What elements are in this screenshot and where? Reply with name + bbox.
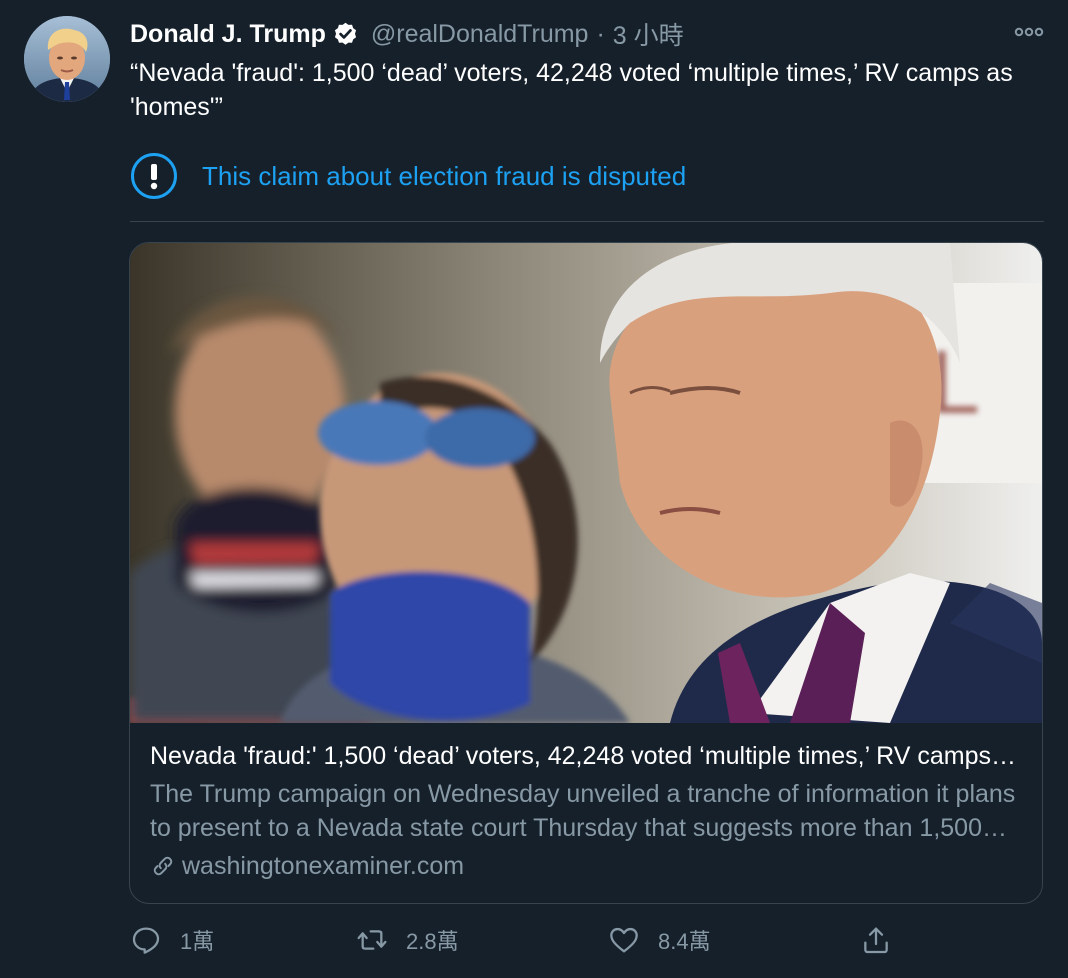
- heart-icon: [610, 927, 638, 953]
- disputed-claim-notice[interactable]: This claim about election fraud is dispu…: [130, 150, 686, 202]
- card-description: The Trump campaign on Wednesday unveiled…: [150, 780, 1016, 842]
- tweet-text: “Nevada 'fraud': 1,500 ‘dead’ voters, 42…: [130, 59, 1013, 121]
- reply-count: 1萬: [180, 929, 215, 954]
- reply-icon: [132, 927, 160, 954]
- like-button[interactable]: 8.4萬: [608, 920, 711, 960]
- link-preview-card[interactable]: L Nevada 'fraud:' 1,500 ‘dead’ voters, 4…: [129, 242, 1043, 904]
- tweet-header: Donald J. Trump @realDonaldTrump · 3 小時: [130, 17, 684, 51]
- card-domain: washingtonexaminer.com: [150, 849, 464, 883]
- retweet-icon: [357, 930, 387, 950]
- profile-photo: [24, 16, 110, 102]
- exclamation-circle-icon: [131, 153, 177, 199]
- disputed-claim-text: This claim about election fraud is dispu…: [202, 160, 687, 191]
- retweet-button[interactable]: 2.8萬: [356, 920, 459, 960]
- verified-badge-icon: [334, 22, 356, 45]
- divider: [130, 221, 1044, 222]
- retweet-count: 2.8萬: [406, 929, 459, 954]
- article-photo: L: [130, 243, 1042, 723]
- separator-dot: ·: [596, 19, 605, 48]
- timestamp[interactable]: 3 小時: [613, 16, 684, 52]
- link-icon: [153, 856, 173, 876]
- display-name[interactable]: Donald J. Trump: [130, 20, 326, 49]
- more-dots-icon: [1014, 27, 1044, 37]
- like-count: 8.4萬: [658, 929, 711, 954]
- tweet-actions: 1萬 2.8萬 8.4萬: [130, 920, 1044, 960]
- card-title: Nevada 'fraud:' 1,500 ‘dead’ voters, 42,…: [150, 742, 1022, 770]
- user-handle[interactable]: @realDonaldTrump: [371, 20, 589, 49]
- reply-button[interactable]: 1萬: [130, 920, 214, 960]
- card-domain-text: washingtonexaminer.com: [182, 851, 465, 880]
- share-button[interactable]: [860, 920, 892, 960]
- avatar[interactable]: [24, 16, 110, 102]
- more-options-button[interactable]: [1012, 18, 1046, 46]
- share-icon: [864, 927, 888, 954]
